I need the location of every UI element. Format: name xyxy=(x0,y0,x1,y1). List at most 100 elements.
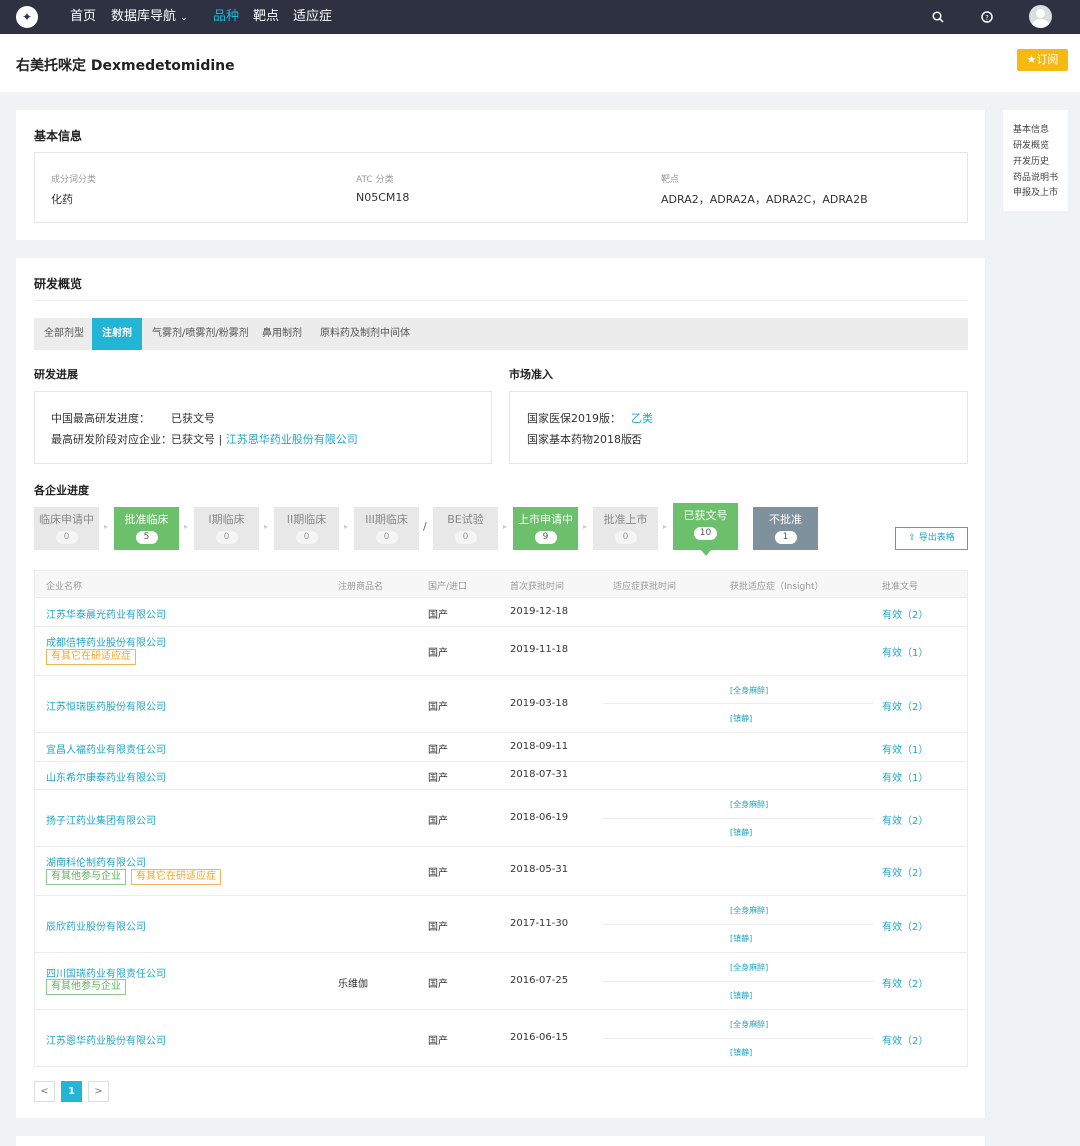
stage-phase-3[interactable]: III期临床 0 xyxy=(354,507,419,550)
market-box xyxy=(509,391,968,464)
approval-number-link[interactable]: 有效（2） xyxy=(882,975,928,990)
table-row: 成都倍特药业股份有限公司 有其它在研适应症 国产 2019-11-18 有效（1… xyxy=(34,627,968,676)
side-nav-filing[interactable]: 申报及上市 xyxy=(1013,185,1058,198)
stage-clinical-approved[interactable]: 批准临床 5 xyxy=(114,507,179,550)
help-icon[interactable]: ? xyxy=(981,0,993,34)
side-anchor-nav: 基本信息 研发概览 开发历史 药品说明书 申报及上市 xyxy=(1003,110,1068,211)
side-nav-instructions[interactable]: 药品说明书 xyxy=(1013,170,1058,183)
insurance-value[interactable]: 乙类 xyxy=(631,410,653,426)
table-row: 宜昌人福药业有限责任公司 国产 2018-09-11 有效（1） xyxy=(34,733,968,762)
company-link[interactable]: 江苏恒瑞医药股份有限公司 xyxy=(46,698,166,713)
stage-count: 1 xyxy=(774,531,797,544)
subscribe-label: 订阅 xyxy=(1036,53,1059,66)
stage-approval-number[interactable]: 已获文号 10 xyxy=(673,503,738,556)
indication-general-anesthesia[interactable]: [全身麻醉] xyxy=(730,962,768,973)
page-header: 右美托咪定 Dexmedetomidine ★订阅 xyxy=(0,34,1080,92)
stage-phase-1[interactable]: I期临床 0 xyxy=(194,507,259,550)
indication-general-anesthesia[interactable]: [全身麻醉] xyxy=(730,1019,768,1030)
svg-text:?: ? xyxy=(985,14,989,22)
origin: 国产 xyxy=(428,745,448,756)
company-link[interactable]: 成都倍特药业股份有限公司 xyxy=(46,634,166,649)
stage-count: 0 xyxy=(454,531,477,544)
approval-number-link[interactable]: 有效（2） xyxy=(882,606,928,621)
first-approval-date: 2019-11-18 xyxy=(510,644,569,655)
tab-nasal[interactable]: 鼻用制剂 xyxy=(262,318,302,350)
approval-number-link[interactable]: 有效（1） xyxy=(882,769,928,784)
table-row: 湖南科伦制药有限公司 有其他参与企业 有其它在研适应症 国产 2018-05-3… xyxy=(34,847,968,896)
approval-number-link[interactable]: 有效（2） xyxy=(882,812,928,827)
indication-sedation[interactable]: [镇静] xyxy=(730,990,752,1001)
tab-api[interactable]: 原料药及制剂中间体 xyxy=(320,318,410,350)
approval-number-link[interactable]: 有效（2） xyxy=(882,1032,928,1047)
company-link[interactable]: 江苏恩华药业股份有限公司 xyxy=(46,1032,166,1047)
nav-database[interactable]: 数据库导航 ⌄ xyxy=(111,0,188,34)
divider xyxy=(34,300,968,301)
highest-company-link[interactable]: 江苏恩华药业股份有限公司 xyxy=(226,433,358,446)
search-icon[interactable] xyxy=(932,0,944,34)
first-approval-date: 2019-12-18 xyxy=(510,606,569,617)
indication-sedation[interactable]: [镇静] xyxy=(730,713,752,724)
nav-varieties[interactable]: 品种 xyxy=(213,0,239,34)
company-link[interactable]: 宜昌人福药业有限责任公司 xyxy=(46,741,166,756)
page-1-button[interactable]: 1 xyxy=(61,1081,82,1102)
dosage-tabs: 全部剂型 注射剂 气雾剂/喷雾剂/粉雾剂 鼻用制剂 原料药及制剂中间体 xyxy=(34,318,968,350)
stage-market-approved[interactable]: 批准上市 0 xyxy=(593,507,658,550)
chevron-down-icon: ⌄ xyxy=(180,13,188,23)
origin: 国产 xyxy=(428,648,448,659)
tab-injection[interactable]: 注射剂 xyxy=(92,318,142,350)
approval-number-link[interactable]: 有效（2） xyxy=(882,918,928,933)
stage-name: 批准临床 xyxy=(124,513,169,526)
next-section-card xyxy=(16,1136,985,1146)
company-link[interactable]: 山东希尔康泰药业有限公司 xyxy=(46,769,166,784)
chevron-right-icon: ▸ xyxy=(583,522,588,531)
company-link[interactable]: 辰欣药业股份有限公司 xyxy=(46,918,146,933)
side-nav-basic-info[interactable]: 基本信息 xyxy=(1013,122,1049,135)
indication-general-anesthesia[interactable]: [全身麻醉] xyxy=(730,799,768,810)
user-avatar[interactable] xyxy=(1029,5,1052,28)
first-approval-date: 2016-06-15 xyxy=(510,1032,569,1043)
subscribe-button[interactable]: ★订阅 xyxy=(1017,49,1068,71)
company-link[interactable]: 江苏华泰晨光药业有限公司 xyxy=(46,606,166,621)
nav-targets[interactable]: 靶点 xyxy=(253,0,279,34)
stage-phase-2[interactable]: II期临床 0 xyxy=(274,507,339,550)
page-title: 右美托咪定 Dexmedetomidine xyxy=(16,58,235,74)
stage-clinical-application[interactable]: 临床申请中 0 xyxy=(34,507,99,550)
side-nav-overview[interactable]: 研发概览 xyxy=(1013,138,1049,151)
side-nav-history[interactable]: 开发历史 xyxy=(1013,154,1049,167)
chevron-right-icon: ▸ xyxy=(344,522,349,531)
stage-name: 批准上市 xyxy=(603,513,648,526)
approval-number-link[interactable]: 有效（1） xyxy=(882,644,928,659)
indication-general-anesthesia[interactable]: [全身麻醉] xyxy=(730,685,768,696)
first-approval-date: 2017-11-30 xyxy=(510,918,569,929)
field-value-category: 化药 xyxy=(51,193,73,206)
company-link[interactable]: 湖南科伦制药有限公司 xyxy=(46,854,146,869)
tab-all[interactable]: 全部剂型 xyxy=(44,318,84,350)
approval-number-link[interactable]: 有效（2） xyxy=(882,698,928,713)
stage-market-application[interactable]: 上市申请中 9 xyxy=(513,507,578,550)
nav-home[interactable]: 首页 xyxy=(70,0,96,34)
next-page-button[interactable]: > xyxy=(88,1081,109,1102)
essential-value: 否 xyxy=(631,433,642,446)
app-logo[interactable]: ✦ xyxy=(16,6,38,28)
brand-name: 乐维伽 xyxy=(338,979,368,990)
indication-general-anesthesia[interactable]: [全身麻醉] xyxy=(730,905,768,916)
approval-number-link[interactable]: 有效（2） xyxy=(882,864,928,879)
prev-page-button[interactable]: < xyxy=(34,1081,55,1102)
tab-aerosol[interactable]: 气雾剂/喷雾剂/粉雾剂 xyxy=(152,318,249,350)
indication-sedation[interactable]: [镇静] xyxy=(730,933,752,944)
stage-be-trial[interactable]: BE试验 0 xyxy=(433,507,498,550)
indication-sedation[interactable]: [镇静] xyxy=(730,827,752,838)
company-link[interactable]: 四川国瑞药业有限责任公司 xyxy=(46,965,166,980)
col-approval-number: 批准文号 xyxy=(882,582,919,592)
stage-rejected[interactable]: 不批准 1 xyxy=(753,507,818,550)
approval-number-link[interactable]: 有效（1） xyxy=(882,741,928,756)
origin: 国产 xyxy=(428,979,448,990)
stage-count: 0 xyxy=(295,531,318,544)
export-table-button[interactable]: ⇪ 导出表格 xyxy=(895,527,968,550)
nav-indications[interactable]: 适应症 xyxy=(293,0,332,34)
company-link[interactable]: 扬子江药业集团有限公司 xyxy=(46,812,156,827)
first-approval-date: 2018-06-19 xyxy=(510,812,569,823)
indication-sedation[interactable]: [镇静] xyxy=(730,1047,752,1058)
stage-name: II期临床 xyxy=(286,513,327,526)
divider xyxy=(603,924,873,925)
